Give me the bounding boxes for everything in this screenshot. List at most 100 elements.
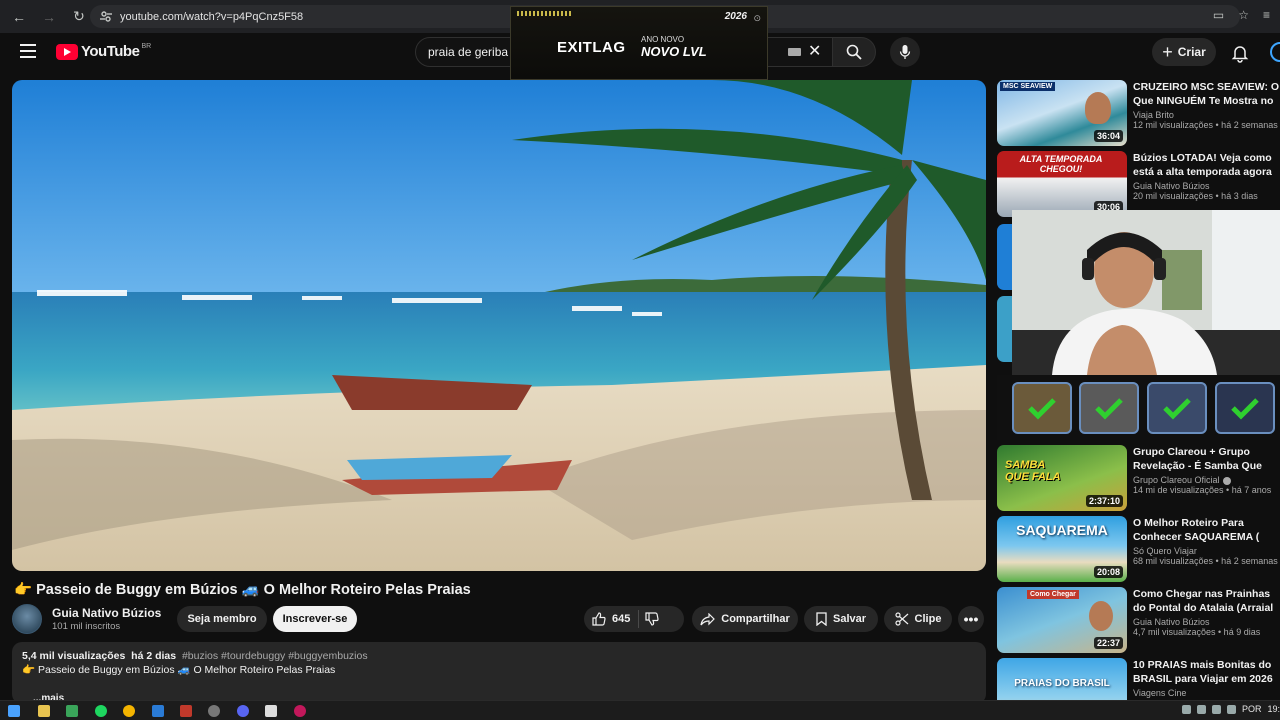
voice-search-button[interactable]: [890, 37, 920, 67]
create-button[interactable]: + Criar: [1152, 38, 1216, 66]
recommendation-channel[interactable]: Viagens Cine: [1133, 688, 1280, 698]
clip-button[interactable]: Clipe: [884, 606, 952, 632]
youtube-logo[interactable]: YouTube BR: [56, 43, 151, 60]
recommendation-thumbnail[interactable]: SAQUAREMA 20:08: [997, 516, 1127, 582]
recommendation-item[interactable]: PRAIAS DO BRASIL 10 PRAIAS mais Bonitas …: [997, 658, 1280, 700]
description-meta: 5,4 mil visualizações há 2 dias #buzios …: [22, 649, 976, 663]
recommendation-thumbnail[interactable]: MSC SEAVIEW 36:04: [997, 80, 1127, 146]
hashtags[interactable]: #buzios #tourdebuggy #buggyembuzios: [182, 650, 368, 662]
more-actions-icon[interactable]: •••: [958, 606, 984, 632]
join-button[interactable]: Seja membro: [177, 606, 267, 632]
checkmark-icon: [1163, 398, 1191, 420]
channel-name[interactable]: Guia Nativo Búzios: [52, 606, 161, 620]
exitlag-ad-overlay[interactable]: 2026 ⊙ EXITLAG ANO NOVO NOVO LVL: [510, 6, 768, 80]
recommendation-title[interactable]: Grupo Clareou + Grupo Revelação - É Samb…: [1133, 445, 1280, 473]
recommendation-stats: 68 mil visualizações • há 2 semanas: [1133, 556, 1278, 566]
thumb-caption: PRAIAS DO BRASIL: [1014, 678, 1110, 689]
language-indicator[interactable]: POR: [1242, 704, 1262, 714]
description-text: 👉 Passeio de Buggy em Búzios 🚙 O Melhor …: [22, 664, 336, 676]
clear-search-icon[interactable]: ✕: [808, 43, 822, 61]
forward-icon[interactable]: →: [38, 6, 60, 28]
thumb-caption: SAQUAREMA: [1016, 522, 1108, 538]
thumb-person: [1085, 92, 1111, 124]
logo-country: BR: [141, 43, 152, 50]
ad-subtitle: ANO NOVO: [641, 35, 685, 44]
dislike-icon[interactable]: [645, 612, 659, 626]
recommendation-thumbnail[interactable]: Como Chegar 22:37: [997, 587, 1127, 653]
hidden-thumbnail[interactable]: [997, 296, 1012, 362]
app-icon[interactable]: [294, 705, 306, 717]
share-icon: [700, 612, 716, 625]
hamburger-menu-icon[interactable]: [20, 44, 36, 58]
volume-icon[interactable]: [1226, 704, 1236, 714]
thumb-caption: SAMBA QUE FALA: [1005, 459, 1061, 483]
back-icon[interactable]: ←: [8, 6, 30, 28]
like-count[interactable]: 645: [612, 613, 630, 625]
recommendation-channel[interactable]: Só Quero Viajar: [1133, 546, 1280, 556]
description-box[interactable]: 5,4 mil visualizações há 2 dias #buzios …: [12, 642, 986, 704]
recommendation-thumbnail[interactable]: SAMBA QUE FALA 2:37:10: [997, 445, 1127, 511]
channel-avatar[interactable]: [12, 604, 42, 634]
site-info-icon[interactable]: [100, 10, 112, 22]
recommendation-channel[interactable]: Grupo Clareou Oficial: [1133, 475, 1280, 485]
checkmark-icon: [1231, 398, 1259, 420]
hidden-thumbnail[interactable]: [997, 224, 1012, 290]
wifi-icon[interactable]: [1211, 704, 1221, 714]
recommendation-title[interactable]: Búzios LOTADA! Veja como está a alta tem…: [1133, 151, 1280, 179]
like-icon[interactable]: [592, 612, 606, 626]
recommendation-title[interactable]: 10 PRAIAS mais Bonitas do BRASIL para Vi…: [1133, 658, 1280, 686]
video-player[interactable]: [12, 80, 986, 571]
app-icon[interactable]: [208, 705, 220, 717]
chrome-icon[interactable]: [123, 705, 135, 717]
recommendation-channel[interactable]: Guia Nativo Búzios: [1133, 181, 1280, 191]
reload-icon[interactable]: ↻: [68, 6, 90, 28]
recommendation-thumbnail[interactable]: ALTA TEMPORADA CHEGOU! 30:06: [997, 151, 1127, 217]
windows-start-icon[interactable]: [8, 705, 20, 717]
scissors-icon: [894, 612, 908, 626]
tray-icon[interactable]: [1181, 704, 1191, 714]
recommendation-title[interactable]: Como Chegar nas Prainhas do Pontal do At…: [1133, 587, 1280, 615]
app-icon[interactable]: [180, 705, 192, 717]
share-button[interactable]: Compartilhar: [692, 606, 798, 632]
url-text: youtube.com/watch?v=p4PqCnz5F58: [120, 10, 304, 23]
discord-icon[interactable]: [237, 705, 249, 717]
recommendation-item[interactable]: MSC SEAVIEW 36:04 CRUZEIRO MSC SEAVIEW: …: [997, 80, 1280, 146]
bookmark-star-icon[interactable]: ☆: [1238, 8, 1249, 22]
recommendation-title[interactable]: CRUZEIRO MSC SEAVIEW: O Que NINGUÉM Te M…: [1133, 80, 1280, 108]
recommendation-title[interactable]: O Melhor Roteiro Para Conhecer SAQUAREMA…: [1133, 516, 1280, 544]
file-explorer-icon[interactable]: [38, 705, 50, 717]
search-query: praia de geriba: [428, 45, 509, 59]
clip-label: Clipe: [914, 613, 942, 625]
reading-list-icon[interactable]: ≡: [1263, 8, 1270, 22]
recommendation-channel[interactable]: Guia Nativo Búzios: [1133, 617, 1280, 627]
recommendation-thumbnail[interactable]: PRAIAS DO BRASIL: [997, 658, 1127, 700]
spotify-icon[interactable]: [95, 705, 107, 717]
share-label: Compartilhar: [721, 613, 790, 625]
cast-icon[interactable]: ▭: [1213, 8, 1224, 22]
search-button[interactable]: [832, 37, 876, 67]
check-tile: [1012, 382, 1072, 434]
recommendation-item[interactable]: SAMBA QUE FALA 2:37:10 Grupo Clareou + G…: [997, 445, 1280, 511]
recommendation-item[interactable]: Como Chegar 22:37 Como Chegar nas Prainh…: [997, 587, 1280, 653]
recommendation-stats: 14 mi de visualizações • há 7 anos: [1133, 485, 1272, 495]
stream-overlay-strip: [997, 375, 1280, 440]
notifications-bell-icon[interactable]: [1230, 43, 1250, 63]
recommendation-item[interactable]: SAQUAREMA 20:08 O Melhor Roteiro Para Co…: [997, 516, 1280, 582]
duration-badge: 36:04: [1093, 130, 1123, 142]
tray-icon[interactable]: [1196, 704, 1206, 714]
view-count: 5,4 mil visualizações: [22, 650, 126, 662]
app-icon[interactable]: [265, 705, 277, 717]
recommendation-item[interactable]: ALTA TEMPORADA CHEGOU! 30:06 Búzios LOTA…: [997, 151, 1280, 217]
ad-close-icon[interactable]: ⊙: [753, 13, 761, 24]
save-button[interactable]: Salvar: [804, 606, 878, 632]
recommendation-channel[interactable]: Viaja Brito: [1133, 110, 1280, 120]
clock[interactable]: 19:: [1267, 704, 1280, 714]
plus-icon: +: [1162, 41, 1173, 62]
app-icon[interactable]: [66, 705, 78, 717]
verified-icon: [1222, 476, 1231, 485]
keyboard-icon[interactable]: [788, 48, 801, 56]
ad-headline: NOVO LVL: [641, 44, 707, 59]
subscribe-button[interactable]: Inscrever-se: [273, 606, 357, 632]
account-avatar[interactable]: [1270, 42, 1280, 62]
app-icon[interactable]: [152, 705, 164, 717]
